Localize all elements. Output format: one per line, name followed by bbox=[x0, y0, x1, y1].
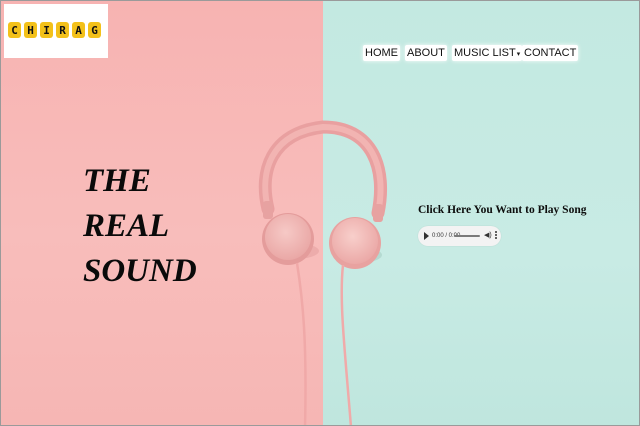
main-nav: HOME ABOUT MUSIC LIST▾ CONTACT bbox=[1, 45, 639, 63]
logo-letter: I bbox=[40, 22, 53, 38]
nav-music-list-dropdown[interactable]: MUSIC LIST▾ bbox=[452, 45, 523, 61]
hero-title-line: REAL bbox=[83, 208, 170, 244]
page: C H I R A G HOME ABOUT MUSIC LIST▾ CONTA… bbox=[0, 0, 640, 426]
volume-icon[interactable]: ◀) bbox=[484, 232, 492, 240]
hero-title-line: SOUND bbox=[83, 253, 197, 289]
caret-down-icon: ▾ bbox=[516, 51, 521, 58]
logo-letter: G bbox=[88, 22, 101, 38]
nav-contact-link[interactable]: CONTACT bbox=[522, 45, 579, 61]
more-options-icon[interactable] bbox=[495, 231, 497, 241]
logo-letters: C H I R A G bbox=[8, 22, 101, 38]
logo-letter: R bbox=[56, 22, 69, 38]
logo-letter: H bbox=[24, 22, 37, 38]
play-icon[interactable] bbox=[424, 232, 429, 240]
nav-music-list-label: MUSIC LIST bbox=[454, 47, 516, 59]
audio-player: 0:00 / 0:00 ◀) bbox=[418, 226, 501, 246]
audio-seek-bar[interactable] bbox=[454, 235, 480, 237]
nav-about-link[interactable]: ABOUT bbox=[405, 45, 447, 61]
play-song-label: Click Here You Want to Play Song bbox=[418, 204, 587, 216]
hero-title-line: THE bbox=[83, 163, 151, 199]
nav-home-link[interactable]: HOME bbox=[363, 45, 400, 61]
hero-title: THE REAL SOUND bbox=[83, 159, 197, 294]
logo-letter: C bbox=[8, 22, 21, 38]
logo-letter: A bbox=[72, 22, 85, 38]
